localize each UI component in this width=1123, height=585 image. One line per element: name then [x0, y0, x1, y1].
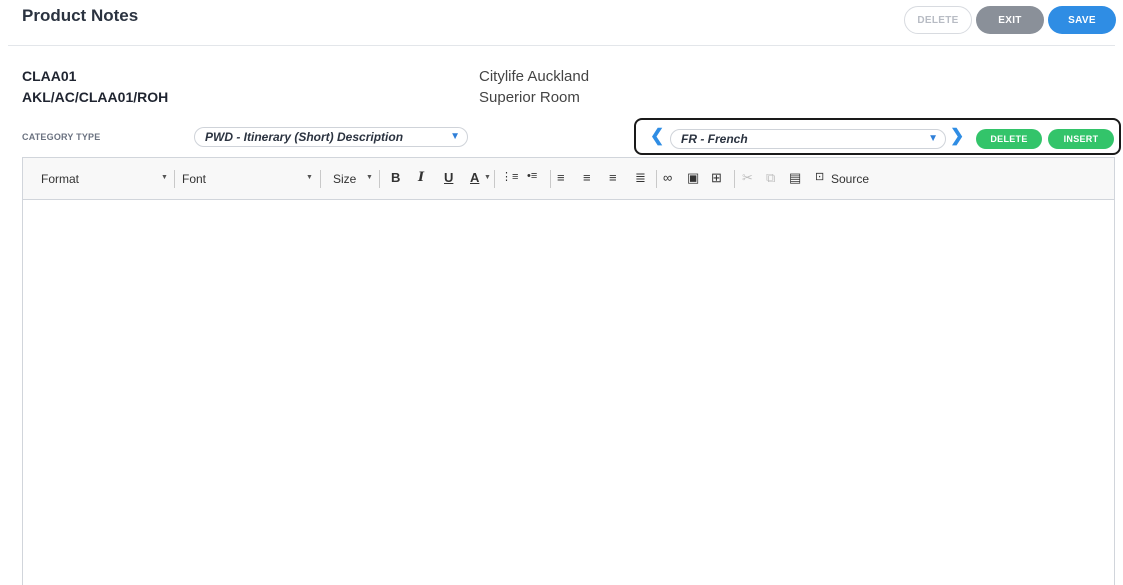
- room-name: Superior Room: [479, 89, 580, 106]
- copy-icon[interactable]: ⧉: [766, 170, 775, 186]
- editor-content-area[interactable]: [23, 201, 1114, 585]
- next-language-arrow-icon[interactable]: ❯: [950, 126, 964, 146]
- bold-icon[interactable]: B: [391, 170, 400, 185]
- header-divider: [8, 45, 1115, 46]
- underline-icon[interactable]: U: [444, 170, 453, 185]
- bulleted-list-icon[interactable]: •≡: [527, 170, 537, 182]
- source-icon[interactable]: ⊡: [815, 170, 824, 183]
- previous-language-arrow-icon[interactable]: ❮: [650, 126, 664, 146]
- format-dropdown[interactable]: Format: [41, 172, 79, 186]
- delete-button[interactable]: DELETE: [904, 6, 972, 34]
- save-button[interactable]: SAVE: [1048, 6, 1116, 34]
- text-color-icon[interactable]: A: [470, 170, 479, 185]
- chevron-down-icon: ▼: [928, 133, 938, 144]
- toolbar-separator: [656, 170, 657, 188]
- align-right-icon[interactable]: ≡: [609, 170, 617, 185]
- page-title: Product Notes: [22, 6, 139, 25]
- chevron-down-icon: ▼: [450, 131, 460, 142]
- toolbar-separator: [494, 170, 495, 188]
- link-icon[interactable]: ∞: [663, 170, 672, 185]
- numbered-list-icon[interactable]: ⋮≡: [501, 170, 518, 183]
- caret-down-icon[interactable]: ▼: [161, 174, 168, 181]
- toolbar-separator: [379, 170, 380, 188]
- table-icon[interactable]: ⊞: [711, 170, 722, 186]
- rich-text-editor: Format ▼ Font ▼ Size ▼ B I U A ▼ ⋮≡ •≡ ≡…: [22, 157, 1115, 585]
- caret-down-icon[interactable]: ▼: [484, 174, 491, 181]
- toolbar-separator: [734, 170, 735, 188]
- paste-icon[interactable]: ▤: [789, 170, 801, 186]
- language-insert-button[interactable]: INSERT: [1048, 129, 1114, 149]
- image-icon[interactable]: ▣: [687, 170, 699, 186]
- exit-button[interactable]: EXIT: [976, 6, 1044, 34]
- justify-icon[interactable]: ≣: [635, 170, 646, 186]
- cut-icon[interactable]: ✂: [742, 170, 753, 186]
- property-name: Citylife Auckland: [479, 68, 590, 85]
- font-dropdown[interactable]: Font: [182, 172, 206, 186]
- category-type-label: CATEGORY TYPE: [22, 132, 101, 142]
- editor-toolbar: Format ▼ Font ▼ Size ▼ B I U A ▼ ⋮≡ •≡ ≡…: [23, 158, 1114, 200]
- size-dropdown[interactable]: Size: [333, 172, 356, 186]
- language-select[interactable]: FR - French ▼: [670, 129, 946, 149]
- toolbar-separator: [174, 170, 175, 188]
- align-center-icon[interactable]: ≡: [583, 170, 591, 185]
- toolbar-separator: [320, 170, 321, 188]
- align-left-icon[interactable]: ≡: [557, 170, 565, 185]
- source-button[interactable]: Source: [831, 172, 869, 186]
- category-type-select[interactable]: PWD - Itinerary (Short) Description ▼: [194, 127, 468, 147]
- toolbar-separator: [550, 170, 551, 188]
- language-value: FR - French: [681, 132, 748, 146]
- language-delete-button[interactable]: DELETE: [976, 129, 1042, 149]
- caret-down-icon[interactable]: ▼: [306, 174, 313, 181]
- italic-icon[interactable]: I: [418, 170, 424, 185]
- product-path: AKL/AC/CLAA01/ROH: [22, 89, 169, 105]
- category-type-value: PWD - Itinerary (Short) Description: [205, 130, 404, 144]
- product-code: CLAA01: [22, 68, 77, 84]
- caret-down-icon[interactable]: ▼: [366, 174, 373, 181]
